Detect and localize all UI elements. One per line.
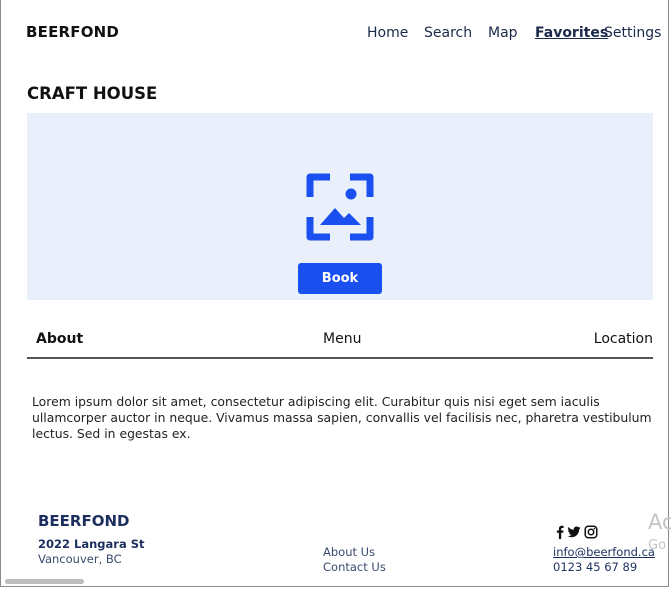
about-text: Lorem ipsum dolor sit amet, consectetur … bbox=[32, 394, 652, 441]
activation-watermark-line2: Go bbox=[648, 538, 667, 553]
facebook-icon[interactable] bbox=[556, 524, 564, 539]
header-brand[interactable]: BEERFOND bbox=[26, 23, 119, 41]
activation-watermark-line1: Ac bbox=[648, 510, 671, 534]
nav-settings[interactable]: Settings bbox=[604, 25, 661, 41]
footer-email-link[interactable]: info@beerfond.ca bbox=[553, 545, 655, 559]
book-button[interactable]: Book bbox=[298, 263, 382, 294]
footer-link-contact-us[interactable]: Contact Us bbox=[323, 560, 386, 574]
footer-brand: BEERFOND bbox=[38, 512, 130, 530]
tab-location[interactable]: Location bbox=[594, 331, 653, 347]
footer-address-city: Vancouver, BC bbox=[38, 552, 122, 566]
nav-home[interactable]: Home bbox=[367, 25, 408, 41]
page-title: CRAFT HOUSE bbox=[27, 84, 158, 103]
instagram-icon[interactable] bbox=[584, 524, 598, 539]
info-tabs: About Menu Location bbox=[27, 330, 653, 359]
tab-menu[interactable]: Menu bbox=[323, 331, 361, 347]
hero-banner: Book bbox=[27, 113, 653, 300]
nav-map[interactable]: Map bbox=[488, 25, 518, 41]
nav-favorites[interactable]: Favorites bbox=[535, 25, 608, 41]
nav-search[interactable]: Search bbox=[424, 25, 472, 41]
horizontal-scrollbar[interactable] bbox=[5, 579, 84, 584]
footer-phone: 0123 45 67 89 bbox=[553, 560, 638, 574]
twitter-icon[interactable] bbox=[567, 524, 581, 538]
footer-address-street: 2022 Langara St bbox=[38, 537, 145, 551]
image-placeholder-icon bbox=[306, 173, 374, 241]
social-icons bbox=[556, 524, 598, 539]
tab-about[interactable]: About bbox=[36, 331, 83, 347]
footer-link-about-us[interactable]: About Us bbox=[323, 545, 375, 559]
